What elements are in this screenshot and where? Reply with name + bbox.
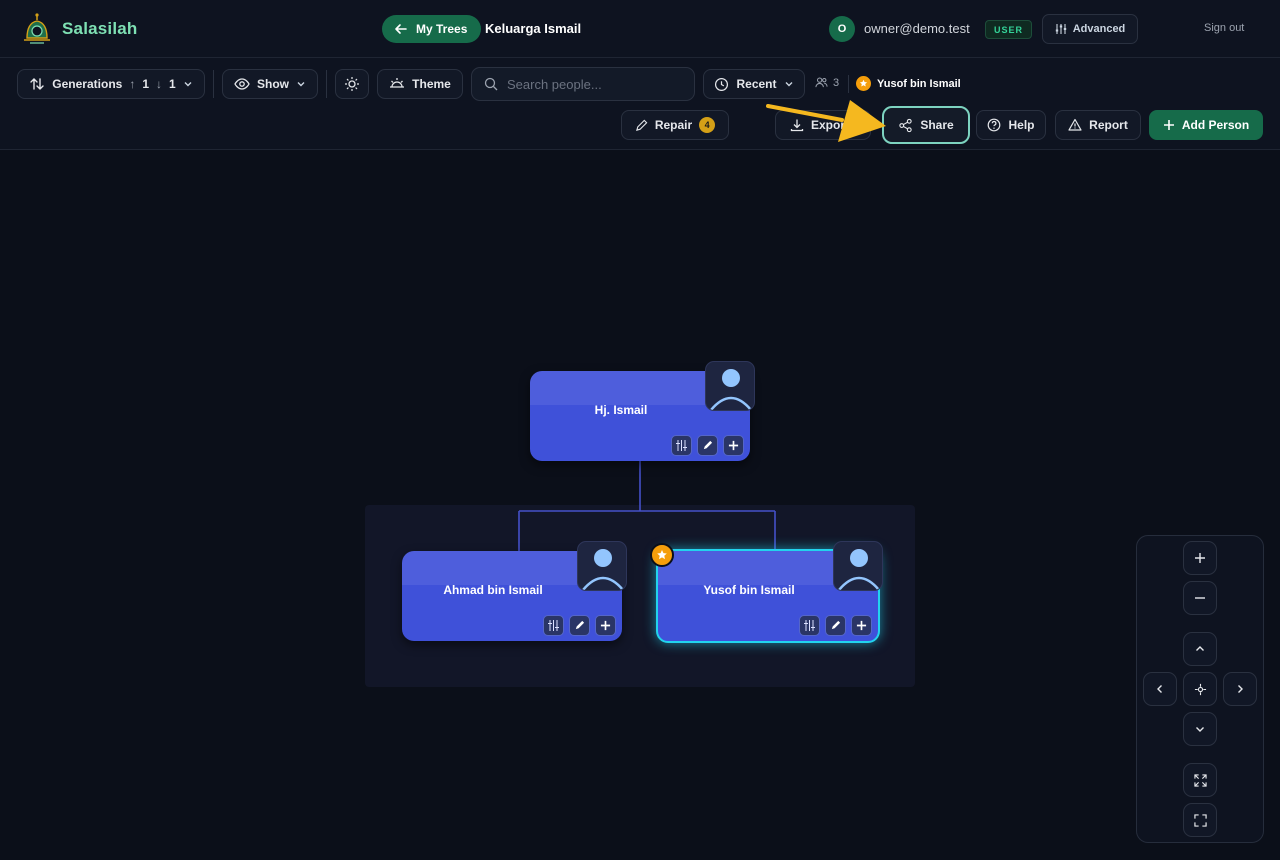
pan-up-icon[interactable] — [1183, 632, 1217, 666]
star-icon — [650, 543, 674, 567]
pan-down-icon[interactable] — [1183, 712, 1217, 746]
avatar-placeholder-icon — [577, 541, 627, 591]
edit-icon[interactable] — [697, 435, 718, 456]
fullscreen-icon[interactable] — [1183, 803, 1217, 837]
card-actions — [799, 615, 872, 636]
relationships-icon[interactable] — [799, 615, 820, 636]
relationships-icon[interactable] — [543, 615, 564, 636]
avatar-placeholder-icon — [833, 541, 883, 591]
add-icon[interactable] — [851, 615, 872, 636]
person-name: Yusof bin Ismail — [703, 583, 795, 597]
add-icon[interactable] — [595, 615, 616, 636]
add-icon[interactable] — [723, 435, 744, 456]
edit-icon[interactable] — [569, 615, 590, 636]
zoom-out-icon[interactable] — [1183, 581, 1217, 615]
zoom-in-icon[interactable] — [1183, 541, 1217, 575]
pan-left-icon[interactable] — [1143, 672, 1177, 706]
recenter-icon[interactable] — [1183, 672, 1217, 706]
person-name: Ahmad bin Ismail — [443, 583, 543, 597]
avatar-placeholder-icon — [705, 361, 755, 411]
card-actions — [543, 615, 616, 636]
card-actions — [671, 435, 744, 456]
person-name: Hj. Ismail — [594, 403, 648, 417]
fit-view-icon[interactable] — [1183, 763, 1217, 797]
pan-right-icon[interactable] — [1223, 672, 1257, 706]
relationships-icon[interactable] — [671, 435, 692, 456]
edit-icon[interactable] — [825, 615, 846, 636]
